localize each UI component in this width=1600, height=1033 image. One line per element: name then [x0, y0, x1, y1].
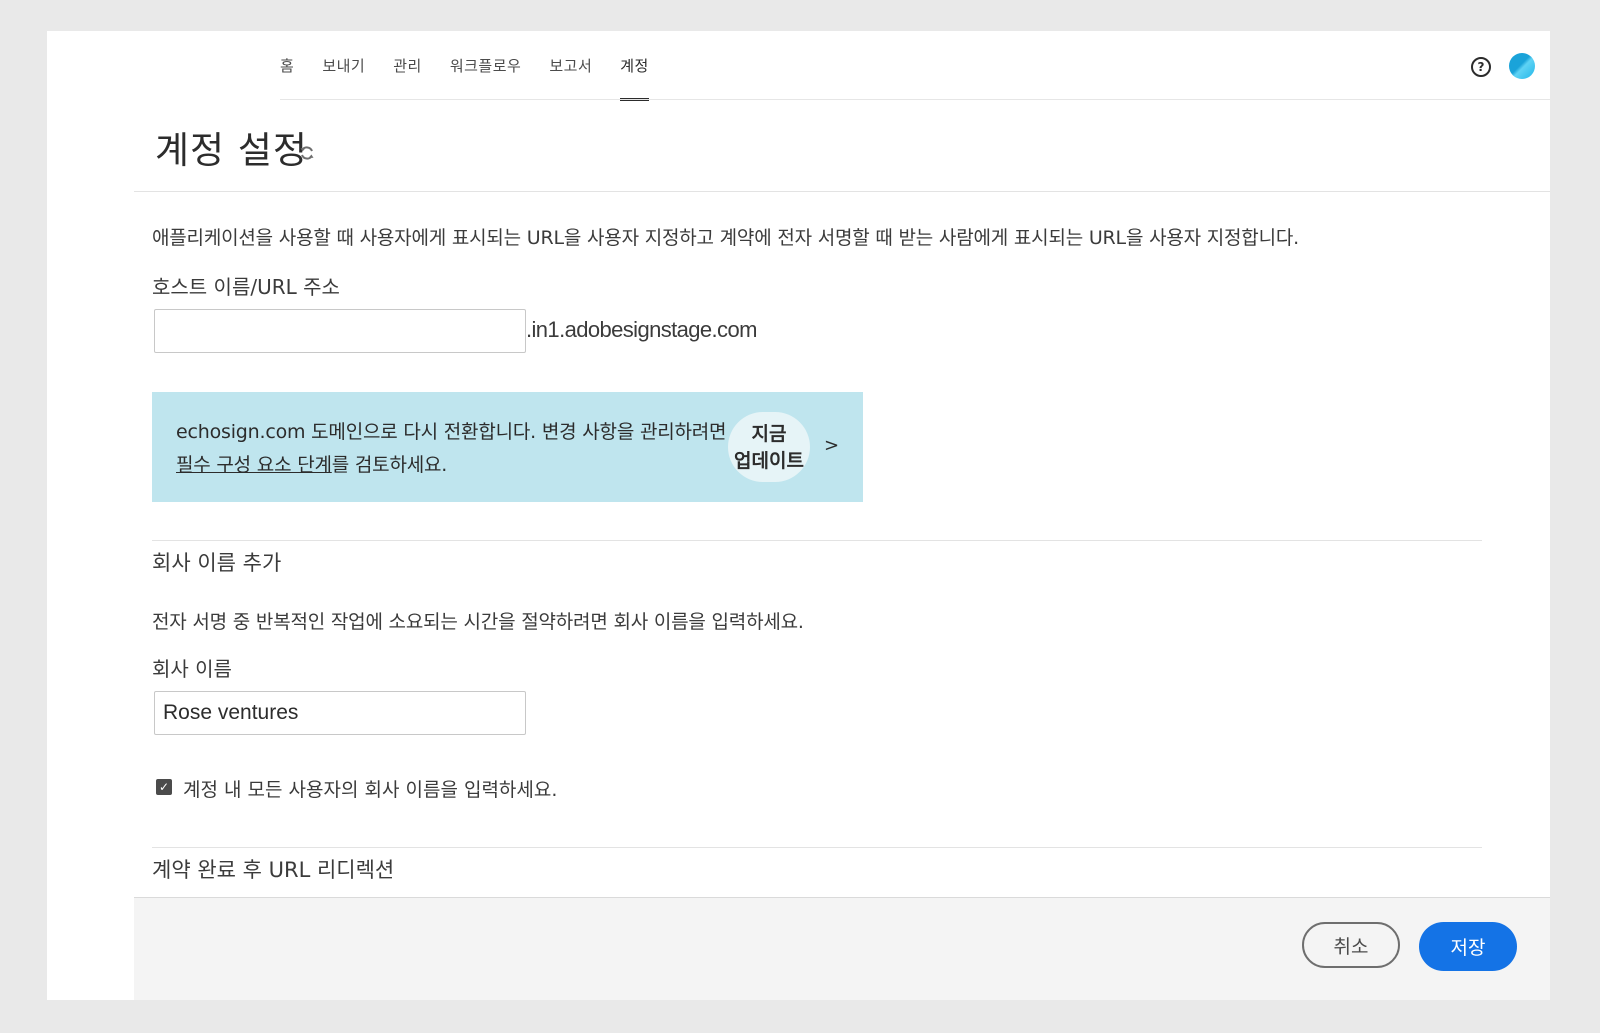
nav-item-send[interactable]: 보내기	[322, 31, 365, 77]
nav-item-home[interactable]: 홈	[280, 31, 294, 77]
hostname-description: 애플리케이션을 사용할 때 사용자에게 표시되는 URL을 사용자 지정하고 계…	[152, 227, 1299, 249]
save-button[interactable]: 저장	[1419, 922, 1517, 971]
domain-suffix: .in1.adobesignstage.com	[526, 317, 757, 342]
action-footer: 취소 저장	[134, 897, 1550, 1000]
company-name-label: 회사 이름	[152, 657, 232, 681]
domain-info-banner: echosign.com 도메인으로 다시 전환합니다. 변경 사항을 관리하려…	[152, 392, 863, 502]
apply-all-users-checkbox[interactable]: ✓	[156, 779, 172, 795]
nav-item-account[interactable]: 계정	[620, 31, 649, 101]
question-circle-icon[interactable]: ?	[1471, 57, 1491, 77]
section-divider	[152, 540, 1482, 541]
page-title: 계정 설정	[155, 129, 308, 172]
top-navigation: 홈 보내기 관리 워크플로우 보고서 계정	[280, 31, 1550, 101]
nav-item-manage[interactable]: 관리	[393, 31, 422, 77]
apply-all-users-label: 계정 내 모든 사용자의 회사 이름을 입력하세요.	[183, 779, 558, 801]
company-name-input[interactable]	[154, 691, 526, 735]
update-now-line2: 업데이트	[734, 450, 804, 472]
refresh-icon[interactable]	[299, 145, 315, 161]
nav-divider	[280, 99, 1550, 100]
nav-item-reports[interactable]: 보고서	[549, 31, 592, 77]
hostname-input[interactable]	[154, 309, 526, 353]
cancel-button[interactable]: 취소	[1302, 922, 1400, 968]
banner-text-before: echosign.com 도메인으로 다시 전환합니다. 변경 사항을 관리하려…	[176, 421, 727, 443]
chevron-right-icon[interactable]: >	[824, 435, 839, 456]
company-section-heading: 회사 이름 추가	[152, 551, 282, 575]
section-divider	[152, 847, 1482, 848]
prerequisite-steps-link[interactable]: 필수 구성 요소 단계	[176, 454, 332, 476]
app-window: 홈 보내기 관리 워크플로우 보고서 계정 ? 계정 설정 애플리케이션을 사용…	[47, 31, 1550, 1000]
company-description: 전자 서명 중 반복적인 작업에 소요되는 시간을 절약하려면 회사 이름을 입…	[152, 611, 804, 633]
update-now-line1: 지금	[751, 423, 787, 445]
redirect-section-heading: 계약 완료 후 URL 리디렉션	[152, 858, 395, 882]
banner-text-after: 를 검토하세요.	[331, 454, 448, 476]
user-avatar[interactable]	[1509, 53, 1535, 79]
banner-message: echosign.com 도메인으로 다시 전환합니다. 변경 사항을 관리하려…	[176, 416, 727, 482]
title-divider	[134, 191, 1550, 192]
update-now-button[interactable]: 지금 업데이트	[728, 412, 810, 482]
nav-item-workflow[interactable]: 워크플로우	[450, 31, 522, 77]
hostname-label: 호스트 이름/URL 주소	[152, 275, 340, 299]
